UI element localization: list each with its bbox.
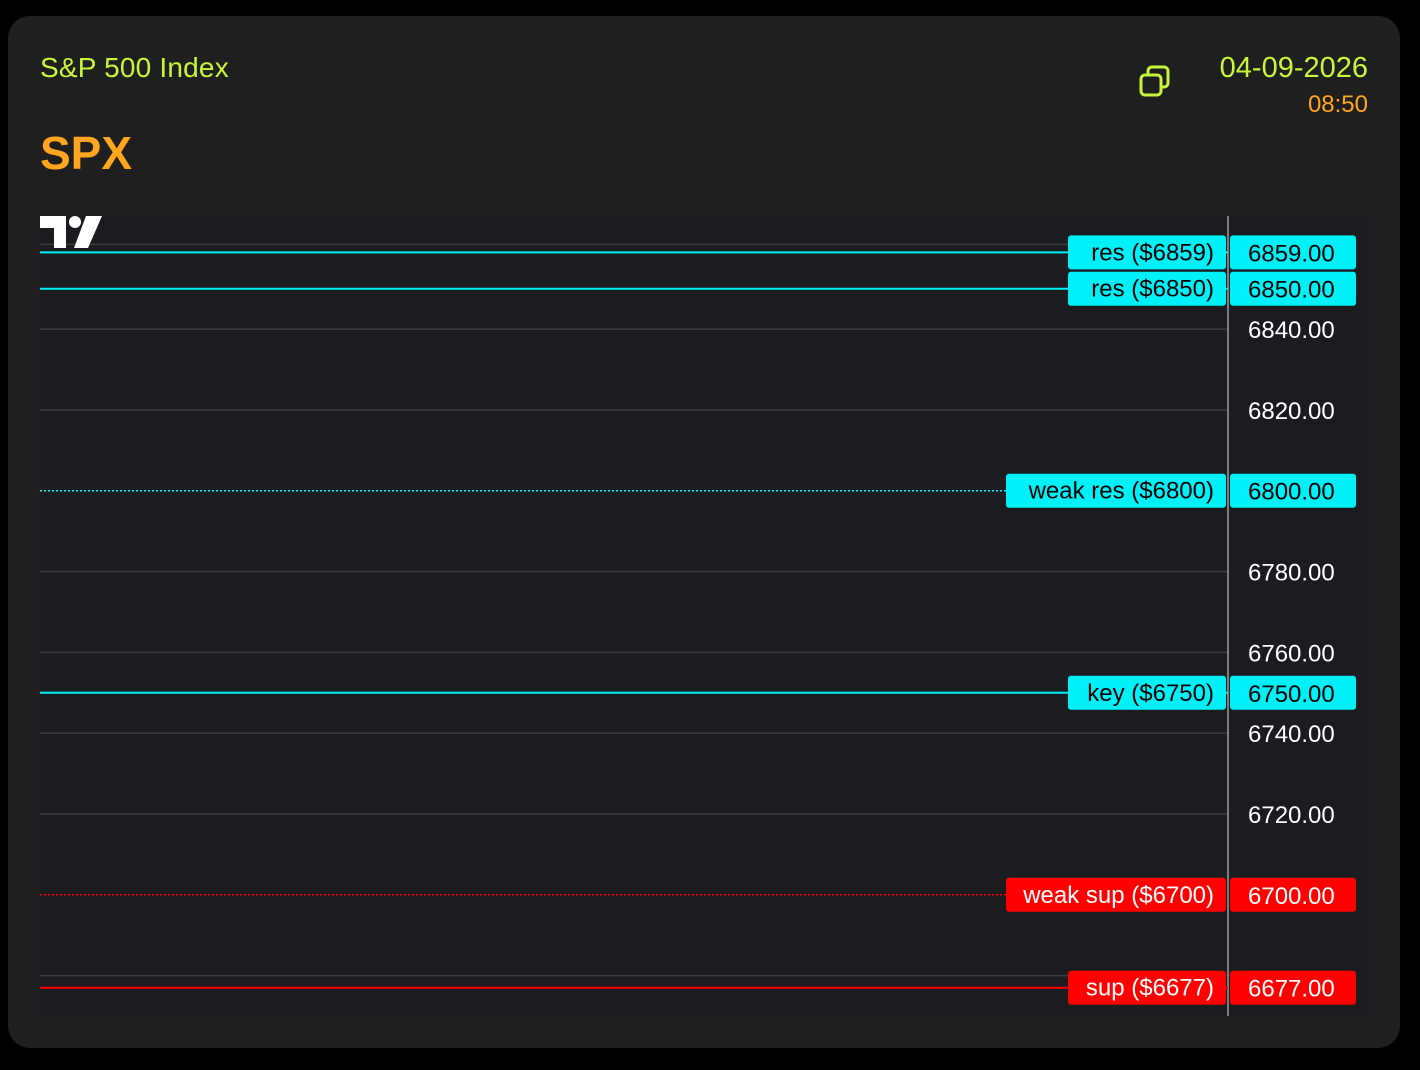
chart-canvas[interactable]: 6840.00 6820.00 6780.00 6760.00 6740.00 6720.… <box>40 216 1368 1016</box>
y-tick-label: 6840.00 <box>1248 317 1335 344</box>
price-tag-text: 6859.00 <box>1248 240 1335 267</box>
level-label-text: weak sup ($6700) <box>1022 882 1214 909</box>
price-tag-text: 6700.00 <box>1248 883 1335 910</box>
level-label-text: key ($6750) <box>1087 680 1214 707</box>
popout-window-icon[interactable] <box>1138 64 1172 98</box>
level-label-text: sup ($6677) <box>1086 975 1214 1002</box>
y-tick-label: 6740.00 <box>1248 721 1335 748</box>
price-tag-text: 6750.00 <box>1248 681 1335 708</box>
level-label-text: res ($6850) <box>1091 276 1214 303</box>
y-tick-label: 6720.00 <box>1248 802 1335 829</box>
level-label-text: weak res ($6800) <box>1028 478 1214 505</box>
y-tick-label: 6780.00 <box>1248 560 1335 587</box>
price-chart[interactable]: 6840.00 6820.00 6780.00 6760.00 6740.00 6720.… <box>40 216 1368 1016</box>
y-tick-label: 6820.00 <box>1248 398 1335 425</box>
price-tag-text: 6800.00 <box>1248 479 1335 506</box>
price-tag-text: 6850.00 <box>1248 277 1335 304</box>
level-label-text: res ($6859) <box>1091 239 1214 266</box>
index-name: S&P 500 Index <box>40 52 229 83</box>
y-tick-label: 6760.00 <box>1248 640 1335 667</box>
ticker-symbol: SPX <box>40 127 133 179</box>
widget-card: S&P 500 Index SPX 04-09-2026 08:50 6840.… <box>8 16 1400 1048</box>
time-label: 08:50 <box>1307 91 1368 118</box>
tradingview-logo <box>40 216 102 248</box>
date-label: 04-09-2026 <box>1219 52 1368 84</box>
price-tag-text: 6677.00 <box>1248 976 1335 1003</box>
